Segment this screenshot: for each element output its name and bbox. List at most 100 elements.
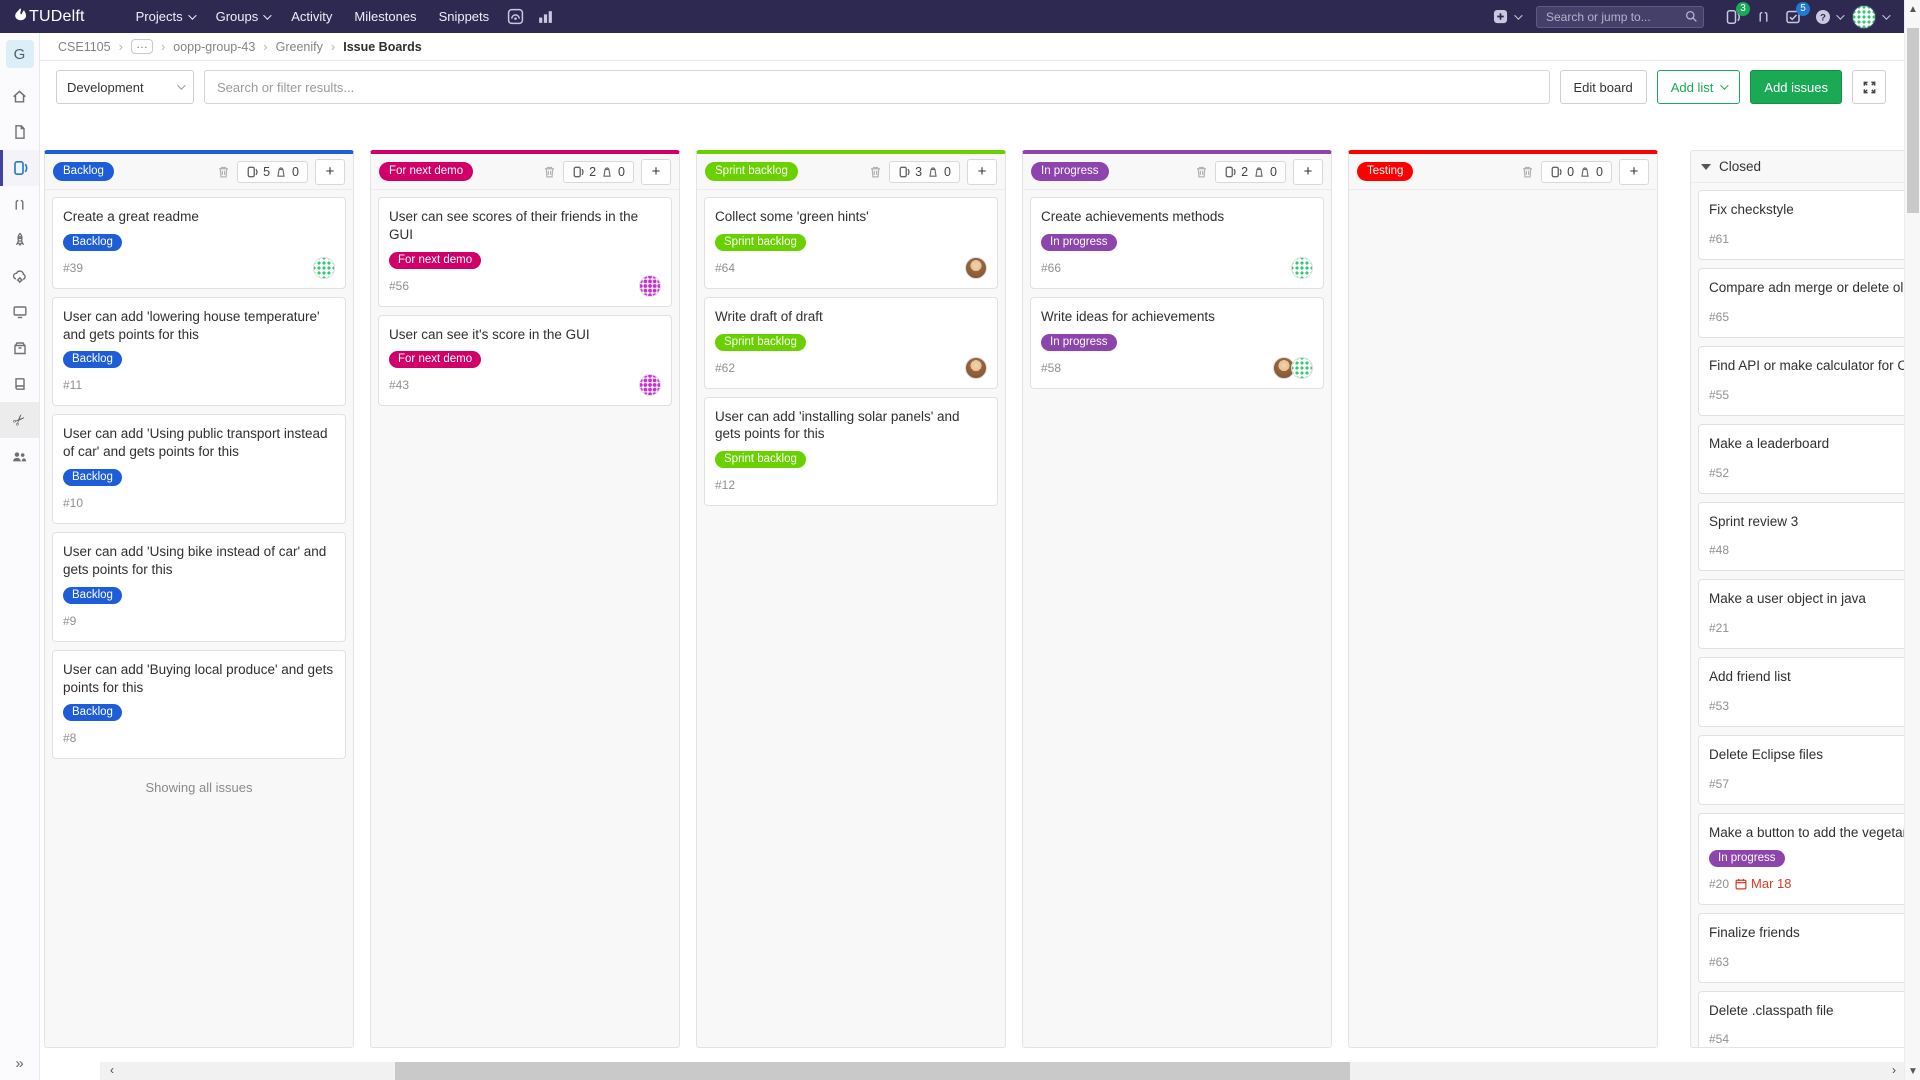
issue-card[interactable]: User can see it's score in the GUI For n… [378, 315, 672, 407]
issue-label[interactable]: Sprint backlog [715, 234, 806, 251]
issue-label[interactable]: Backlog [63, 351, 122, 368]
closed-list-header[interactable]: Closed [1691, 151, 1904, 183]
issue-title[interactable]: Make a leaderboard [1709, 435, 1904, 453]
issue-card[interactable]: Make a button to add the vegetarian In p… [1698, 813, 1904, 905]
sidebar-item-packages[interactable] [0, 330, 39, 366]
issues-icon[interactable]: 3 [1718, 0, 1748, 33]
add-issue-to-list-button[interactable] [641, 159, 671, 185]
scroll-up-arrow[interactable]: ▲ [1905, 4, 1920, 15]
add-issue-to-list-button[interactable] [967, 159, 997, 185]
sidebar-item-members[interactable] [0, 438, 39, 474]
issue-title[interactable]: Make a button to add the vegetarian [1709, 824, 1904, 842]
issue-title[interactable]: User can add 'lowering house temperature… [63, 308, 335, 344]
filter-input[interactable] [204, 70, 1550, 104]
photo-avatar[interactable] [965, 357, 987, 379]
sidebar-item-merge-requests[interactable] [0, 186, 39, 222]
issue-title[interactable]: Delete .classpath file [1709, 1002, 1904, 1020]
fullscreen-button[interactable] [1852, 70, 1886, 104]
list-label[interactable]: Backlog [53, 162, 114, 181]
delete-list-icon[interactable] [869, 165, 882, 179]
assignee-avatars[interactable] [1277, 357, 1313, 379]
issue-label[interactable]: Backlog [63, 469, 122, 486]
issue-label[interactable]: Backlog [63, 234, 122, 251]
list-label[interactable]: Testing [1357, 162, 1413, 181]
add-issue-to-list-button[interactable] [1619, 159, 1649, 185]
edit-board-button[interactable]: Edit board [1560, 70, 1647, 104]
delete-list-icon[interactable] [217, 165, 230, 179]
assignee-avatars[interactable] [317, 257, 335, 279]
issue-title[interactable]: User can add 'installing solar panels' a… [715, 408, 987, 444]
nav-milestones[interactable]: Milestones [343, 0, 427, 33]
issue-title[interactable]: User can add 'Using bike instead of car'… [63, 543, 335, 579]
merge-requests-icon[interactable] [1748, 0, 1778, 33]
vertical-scrollbar[interactable]: ▲ ▼ [1904, 0, 1920, 1080]
chart-icon[interactable] [530, 0, 560, 33]
photo-avatar[interactable] [965, 257, 987, 279]
issue-title[interactable]: User can add 'Buying local produce' and … [63, 661, 335, 697]
project-avatar[interactable]: G [6, 40, 34, 68]
issue-card[interactable]: Finalize friends #63 [1698, 913, 1904, 983]
dashboard-gauge-icon[interactable] [500, 0, 530, 33]
issue-label[interactable]: In progress [1041, 334, 1117, 351]
nav-groups[interactable]: Groups [205, 0, 281, 33]
issue-card[interactable]: Add friend list #53 [1698, 657, 1904, 727]
issue-label[interactable]: Sprint backlog [715, 451, 806, 468]
tudelft-logo[interactable]: TUDelft [14, 8, 85, 26]
issue-card[interactable]: Create a great readme Backlog #39 [52, 197, 346, 289]
delete-list-icon[interactable] [543, 165, 556, 179]
sidebar-item-overview[interactable] [0, 78, 39, 114]
issue-card[interactable]: Make a leaderboard #52 [1698, 424, 1904, 494]
identicon-magenta-avatar[interactable] [639, 275, 661, 297]
add-issue-to-list-button[interactable] [1293, 159, 1323, 185]
issue-card[interactable]: Write ideas for achievements In progress… [1030, 297, 1324, 389]
search-input[interactable] [1536, 6, 1704, 28]
assignee-avatars[interactable] [643, 374, 661, 396]
scroll-left-arrow[interactable]: ‹ [110, 1063, 114, 1077]
assignee-avatars[interactable] [1295, 257, 1313, 279]
issue-title[interactable]: Collect some 'green hints' [715, 208, 987, 226]
sidebar-item-cicd[interactable] [0, 222, 39, 258]
issue-title[interactable]: Fix checkstyle [1709, 201, 1904, 219]
issue-label[interactable]: Backlog [63, 704, 122, 721]
issue-title[interactable]: Create achievements methods [1041, 208, 1313, 226]
issue-card[interactable]: Collect some 'green hints' Sprint backlo… [704, 197, 998, 289]
issue-card[interactable]: Sprint review 3 #48 [1698, 502, 1904, 572]
nav-snippets[interactable]: Snippets [428, 0, 501, 33]
sidebar-item-operations[interactable] [0, 258, 39, 294]
board-switcher-select[interactable]: Development [56, 70, 194, 104]
sidebar-collapse-button[interactable] [0, 1055, 39, 1072]
issue-title[interactable]: User can add 'Using public transport ins… [63, 425, 335, 461]
issue-title[interactable]: User can see it's score in the GUI [389, 326, 661, 344]
identicon-green-avatar[interactable] [1291, 357, 1313, 379]
sidebar-item-issues[interactable] [0, 150, 39, 186]
issue-card[interactable]: Make a user object in java #21 [1698, 579, 1904, 649]
sidebar-item-monitor[interactable] [0, 294, 39, 330]
list-label[interactable]: Sprint backlog [705, 162, 798, 181]
issue-card[interactable]: Create achievements methods In progress … [1030, 197, 1324, 289]
issue-card[interactable]: Write draft of draft Sprint backlog #62 [704, 297, 998, 389]
list-label[interactable]: In progress [1031, 162, 1109, 181]
delete-list-icon[interactable] [1521, 165, 1534, 179]
user-menu-button[interactable] [1852, 5, 1888, 29]
breadcrumb-ellipsis-button[interactable] [131, 39, 153, 54]
breadcrumb-project[interactable]: Greenify [276, 40, 323, 54]
issue-title[interactable]: Finalize friends [1709, 924, 1904, 942]
identicon-green-avatar[interactable] [313, 257, 335, 279]
issue-card[interactable]: User can add 'Using public transport ins… [52, 414, 346, 524]
issue-card[interactable]: Find API or make calculator for CO2 #55 [1698, 346, 1904, 416]
identicon-magenta-avatar[interactable] [639, 374, 661, 396]
horizontal-scrollbar[interactable]: ‹ › [100, 1062, 1904, 1080]
assignee-avatars[interactable] [969, 357, 987, 379]
new-menu-button[interactable] [1484, 0, 1528, 33]
identicon-green-avatar[interactable] [1291, 257, 1313, 279]
nav-projects[interactable]: Projects [125, 0, 205, 33]
issue-title[interactable]: Write ideas for achievements [1041, 308, 1313, 326]
issue-title[interactable]: Delete Eclipse files [1709, 746, 1904, 764]
issue-title[interactable]: Sprint review 3 [1709, 513, 1904, 531]
vertical-scroll-thumb[interactable] [1907, 28, 1919, 213]
issue-label[interactable]: In progress [1041, 234, 1117, 251]
help-menu-button[interactable]: ? [1808, 0, 1848, 33]
sidebar-item-repository[interactable] [0, 114, 39, 150]
issue-card[interactable]: User can add 'Using bike instead of car'… [52, 532, 346, 642]
issue-card[interactable]: Fix checkstyle #61 [1698, 190, 1904, 260]
